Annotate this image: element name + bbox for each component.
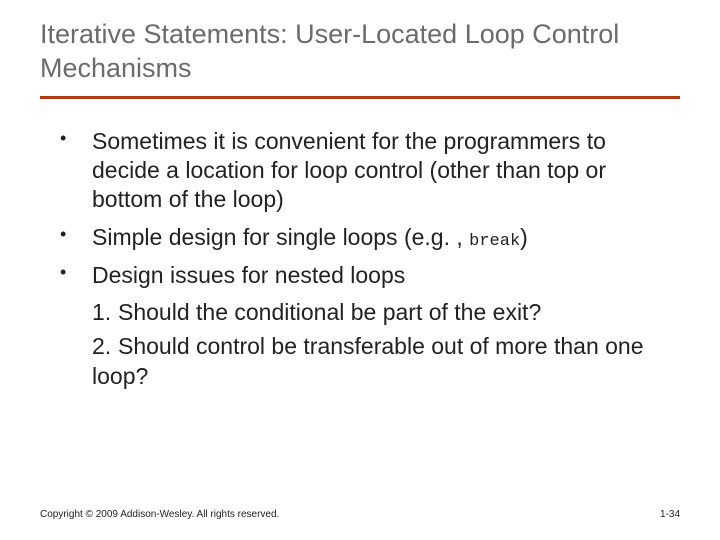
sub-item: 2.Should control be transferable out of … [92, 332, 680, 392]
numbered-sublist: 1.Should the conditional be part of the … [40, 298, 680, 392]
copyright-text: Copyright © 2009 Addison-Wesley. All rig… [40, 509, 279, 520]
page-number: 1-34 [660, 509, 680, 520]
sub-number: 1. [92, 298, 118, 328]
bullet-text-suffix: ) [520, 224, 528, 250]
bullet-item: Sometimes it is convenient for the progr… [56, 127, 680, 215]
slide-title: Iterative Statements: User-Located Loop … [40, 18, 680, 86]
bullet-text: Sometimes it is convenient for the progr… [92, 128, 606, 213]
bullet-item: Simple design for single loops (e.g. , b… [56, 223, 680, 253]
bullet-item: Design issues for nested loops [56, 261, 680, 290]
sub-text: Should control be transferable out of mo… [92, 333, 644, 389]
bullet-text-prefix: Simple design for single loops (e.g. , [92, 224, 469, 250]
footer: Copyright © 2009 Addison-Wesley. All rig… [40, 509, 680, 520]
bullet-text: Design issues for nested loops [92, 262, 405, 288]
sub-text: Should the conditional be part of the ex… [118, 299, 541, 325]
bullet-list: Sometimes it is convenient for the progr… [40, 127, 680, 291]
sub-number: 2. [92, 332, 118, 362]
slide: Iterative Statements: User-Located Loop … [0, 0, 720, 540]
title-rule [40, 96, 680, 99]
code-break: break [469, 232, 520, 251]
sub-item: 1.Should the conditional be part of the … [92, 298, 680, 328]
